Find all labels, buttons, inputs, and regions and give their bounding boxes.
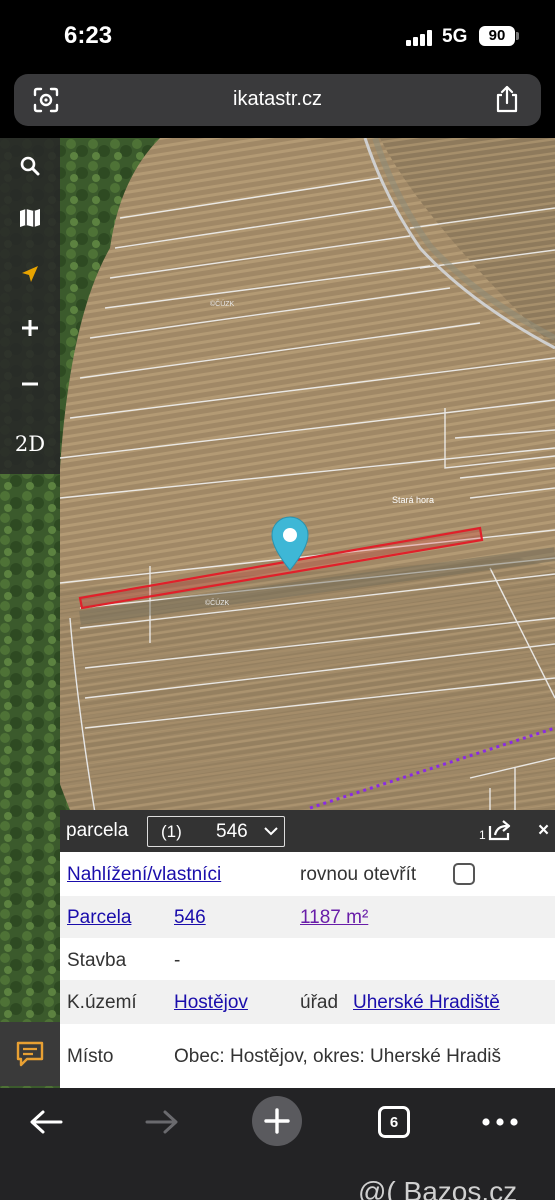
battery-icon: 90 [479, 26, 515, 46]
result-count: 1 [479, 828, 486, 842]
plus-icon [252, 1096, 302, 1146]
uzemi-link[interactable]: Hostějov [174, 992, 248, 1014]
parcela-number-link[interactable]: 546 [174, 907, 206, 929]
forward-arrow-icon [145, 1110, 178, 1134]
network-type: 5G [442, 26, 468, 47]
new-tab-button[interactable] [252, 1096, 302, 1146]
more-dots-icon [482, 1118, 518, 1126]
parcel-panel-header: parcela (1) 546 1 × [60, 810, 555, 852]
minus-icon [22, 382, 38, 386]
stavba-label: Stavba [67, 950, 127, 971]
chat-icon [16, 1041, 44, 1067]
uzemi-label: K.území [67, 992, 137, 1013]
row-misto: Místo Obec: Hostějov, okres: Uherské Hra… [60, 1024, 555, 1088]
row-nahlizeni: Nahlížení/vlastníci rovnou otevřít [60, 852, 555, 896]
status-bar: 6:23 5G 90 [0, 0, 555, 70]
parcela-area-link[interactable]: 1187 m² [300, 907, 368, 929]
locality-label: Stará hora [392, 495, 434, 505]
map-watermark-label: ©ČÚZK [210, 299, 235, 308]
bazos-watermark: @( Bazos.cz [358, 1176, 518, 1200]
view-mode-toggle[interactable]: 2D [0, 416, 60, 472]
locate-tool[interactable] [0, 246, 60, 302]
row-parcela: Parcela 546 1187 m² [60, 896, 555, 938]
zoom-in-button[interactable] [0, 300, 60, 356]
zoom-out-button[interactable] [0, 356, 60, 412]
stavba-value: - [174, 950, 181, 971]
address-bar[interactable]: ikatastr.cz [14, 74, 541, 126]
row-stavba: Stavba - [60, 938, 555, 980]
more-button[interactable] [478, 1102, 522, 1142]
nahlizeni-link[interactable]: Nahlížení/vlastníci [67, 864, 221, 886]
map-toolbar: 2D [0, 138, 60, 474]
back-button[interactable] [24, 1102, 68, 1142]
open-directly-label: rovnou otevřít [300, 864, 417, 885]
parcel-selector-index: (1) [161, 822, 182, 841]
tab-count: 6 [378, 1106, 410, 1138]
back-arrow-icon [30, 1110, 63, 1134]
search-icon [20, 156, 40, 176]
close-panel-button[interactable]: × [538, 820, 549, 842]
tabs-button[interactable]: 6 [374, 1102, 414, 1142]
signal-icon [406, 30, 434, 46]
status-time: 6:23 [64, 22, 113, 49]
url-text[interactable]: ikatastr.cz [14, 88, 541, 111]
share-icon[interactable] [493, 84, 521, 114]
row-uzemi: K.území Hostějov úřad Uherské Hradiště [60, 980, 555, 1024]
battery-tip [516, 32, 519, 40]
browser-address-area: ikatastr.cz [0, 70, 555, 138]
map-icon [20, 209, 40, 227]
urad-link[interactable]: Uherské Hradiště [353, 992, 500, 1014]
plus-icon [22, 320, 38, 336]
feedback-button[interactable] [0, 1022, 60, 1086]
chevron-down-icon [264, 827, 278, 836]
urad-label: úřad [300, 992, 339, 1013]
parcel-panel: parcela (1) 546 1 × Nahlížení/vlastníci … [60, 810, 555, 1088]
parcel-selector-value: 546 [216, 821, 248, 842]
misto-label: Místo [67, 1046, 114, 1067]
search-tool[interactable] [0, 138, 60, 194]
map-watermark-label-2: ©ČÚZK [205, 598, 230, 607]
forward-button[interactable] [140, 1102, 184, 1142]
misto-value: Obec: Hostějov, okres: Uherské Hradiš [174, 1046, 501, 1067]
map-layers-tool[interactable] [0, 190, 60, 246]
open-directly-checkbox[interactable] [453, 863, 475, 885]
location-arrow-icon [22, 266, 38, 282]
panel-title: parcela [66, 820, 129, 841]
browser-toolbar: 6 @( Bazos.cz [0, 1088, 555, 1200]
parcel-selector[interactable]: (1) 546 [147, 816, 285, 847]
parcela-link[interactable]: Parcela [67, 907, 131, 929]
open-external-icon[interactable] [487, 818, 515, 842]
